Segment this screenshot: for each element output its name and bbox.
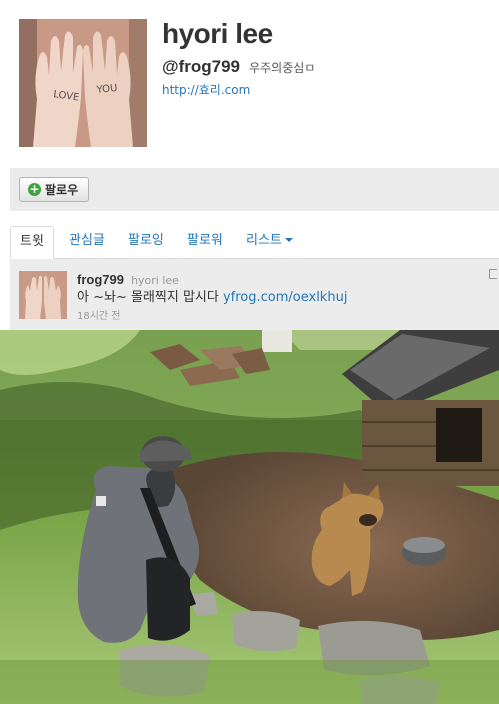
follow-button-label: 팔로우	[45, 183, 79, 197]
hands-love-you-photo: LOVE YOU	[19, 19, 147, 147]
tab-tweets-label: 트윗	[20, 234, 44, 249]
tab-lists-label: 리스트	[246, 233, 282, 248]
hands-thumbnail	[19, 271, 67, 319]
tab-tweets[interactable]: 트윗	[10, 226, 54, 259]
tweet-photo-link[interactable]: yfrog.com/oexlkhuj	[223, 290, 347, 305]
tab-following[interactable]: 팔로잉	[119, 226, 173, 258]
tweet-photo[interactable]	[0, 330, 499, 704]
tweet-body: 아 ~놔~ 몰래찍지 맙시다	[77, 290, 223, 305]
plus-circle-icon: +	[28, 182, 41, 196]
tweet-text: 아 ~놔~ 몰래찍지 맙시다 yfrog.com/oexlkhuj	[77, 286, 347, 305]
profile-avatar[interactable]: LOVE YOU	[19, 19, 147, 147]
tweet-timestamp[interactable]: 18시간 전	[77, 307, 121, 322]
tab-lists[interactable]: 리스트	[237, 226, 302, 258]
tweet-avatar[interactable]	[19, 271, 67, 319]
profile-bio: 우주의중심ㅁ	[249, 61, 316, 75]
profile-name: hyori lee	[162, 18, 273, 49]
tweet-handle[interactable]: frog799	[77, 272, 124, 287]
tab-following-label: 팔로잉	[128, 233, 164, 248]
tab-favorites-label: 관심글	[69, 233, 105, 248]
reply-icon[interactable]	[489, 269, 497, 279]
tab-followers-label: 팔로워	[187, 233, 223, 248]
tweet-item[interactable]: frog799 hyori lee 아 ~놔~ 몰래찍지 맙시다 yfrog.c…	[10, 259, 499, 330]
profile-actions-bar: + 팔로우	[10, 168, 499, 211]
tab-followers[interactable]: 팔로워	[178, 226, 232, 258]
profile-handle-row: @frog799 우주의중심ㅁ	[162, 57, 315, 77]
tab-favorites[interactable]: 관심글	[60, 226, 114, 258]
dog-yard-photo	[0, 330, 499, 704]
profile-tabs: 트윗 관심글 팔로잉 팔로워 리스트	[10, 226, 499, 259]
you-handwriting: YOU	[95, 83, 118, 96]
profile-url-link[interactable]: http://효리.com	[162, 81, 250, 98]
follow-button[interactable]: + 팔로우	[19, 177, 90, 202]
caret-down-icon	[284, 238, 293, 242]
profile-handle: @frog799	[162, 57, 240, 76]
